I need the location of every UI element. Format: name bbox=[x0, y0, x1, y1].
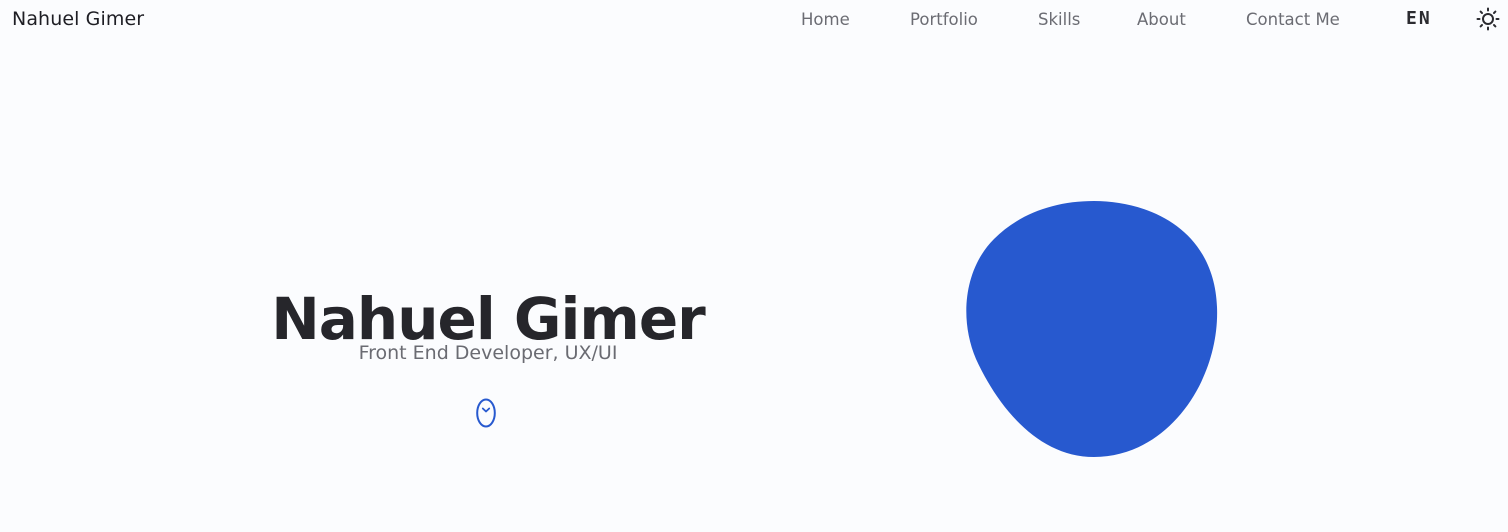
nav-about[interactable]: About bbox=[1137, 10, 1186, 29]
sun-icon bbox=[1476, 7, 1500, 31]
mouse-scroll-icon bbox=[476, 398, 496, 428]
nav-home[interactable]: Home bbox=[801, 10, 850, 29]
language-toggle[interactable]: EN bbox=[1406, 8, 1432, 29]
site-header: Nahuel Gimer Home Portfolio Skills About… bbox=[0, 0, 1508, 40]
hero-subtitle: Front End Developer, UX/UI bbox=[358, 342, 618, 364]
nav-portfolio[interactable]: Portfolio bbox=[910, 10, 978, 29]
scroll-down-button[interactable] bbox=[476, 398, 496, 428]
nav-skills[interactable]: Skills bbox=[1038, 10, 1080, 29]
theme-toggle-button[interactable] bbox=[1476, 7, 1500, 31]
brand-logo[interactable]: Nahuel Gimer bbox=[12, 8, 144, 30]
hero-blob-shape bbox=[966, 201, 1218, 457]
nav-contact[interactable]: Contact Me bbox=[1246, 10, 1340, 29]
